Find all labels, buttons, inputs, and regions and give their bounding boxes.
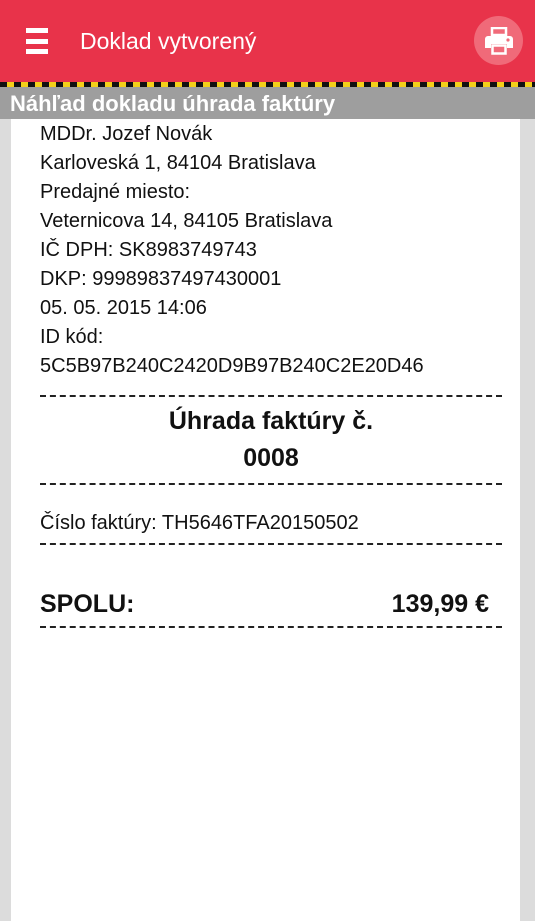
seller-address: Karloveská 1, 84104 Bratislava: [40, 152, 316, 174]
receipt-preview: MDDr. Jozef Novák Karloveská 1, 84104 Br…: [11, 119, 520, 921]
seller-name: MDDr. Jozef Novák: [40, 123, 213, 145]
store-address: Veternicova 14, 84105 Bratislava: [40, 210, 333, 232]
print-button[interactable]: [474, 16, 523, 65]
hamburger-menu-icon[interactable]: [26, 28, 48, 54]
section-title: Náhľad dokladu úhrada faktúry: [10, 91, 336, 116]
app-bar: Doklad vytvorený: [0, 0, 535, 82]
store-label: Predajné miesto:: [40, 181, 191, 203]
document-number: 0008: [243, 444, 299, 472]
dkp-value: 99989837497430001: [92, 268, 282, 290]
section-header: Náhľad dokladu úhrada faktúry: [0, 87, 535, 119]
invoice-label: Číslo faktúry:: [40, 512, 157, 534]
divider: [40, 483, 502, 485]
total-label: SPOLU:: [40, 590, 135, 618]
divider: [40, 395, 502, 397]
id-label: ID kód:: [40, 326, 104, 348]
vat-value: SK8983749743: [118, 239, 257, 261]
divider: [40, 543, 502, 545]
id-value: 5C5B97B240C2420D9B97B240C2E20D46: [40, 355, 424, 377]
total-value: 139,99 €: [391, 590, 489, 618]
invoice-value: TH5646TFA20150502: [161, 512, 359, 534]
vat-label: IČ DPH:: [40, 239, 114, 261]
dkp-row: DKP: 99989837497430001: [40, 268, 281, 291]
vat-row: IČ DPH: SK8983749743: [40, 239, 257, 262]
document-title: Úhrada faktúry č.: [168, 407, 374, 435]
printer-icon: [484, 26, 513, 55]
divider: [40, 626, 502, 628]
app-title: Doklad vytvorený: [80, 28, 257, 54]
receipt-datetime: 05. 05. 2015 14:06: [40, 297, 207, 319]
invoice-row: Číslo faktúry: TH5646TFA20150502: [40, 512, 359, 535]
dkp-label: DKP:: [40, 268, 87, 290]
